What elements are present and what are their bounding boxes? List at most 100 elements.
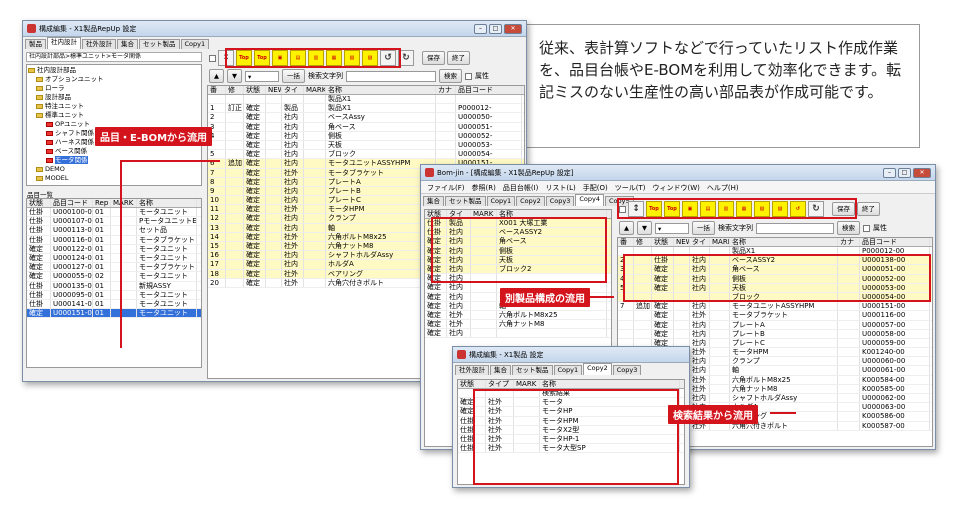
table-row[interactable]: 仕掛 U000116-00 01 モータブラケット [27,235,201,245]
table-row[interactable]: 確定 社外 六角ナットM8 [425,320,611,330]
search-result-grid[interactable]: 状態 タイプ MARK 名称 検索結果 確定 社外 モータ 確定 社外 モータHP 仕掛 社外モ… [457,379,685,485]
table-row[interactable]: 仕掛 U000107-00 01 PモータユニットE [27,217,201,227]
table-row[interactable]: 1 訂正 確定 製品 製品X1 P000012- [208,104,524,114]
column-header[interactable]: 状態 [244,86,266,94]
tab-item[interactable]: 集合 [423,196,444,206]
table-row[interactable]: 確定 社内 ブロック2 [425,264,611,275]
menu-item[interactable]: リスト(L) [545,183,575,192]
column-header[interactable]: MARK [710,238,730,246]
column-header[interactable]: 品目コード [456,86,522,94]
tree-node[interactable]: DEMO [28,165,200,174]
column-header[interactable]: 名称 [730,238,838,246]
search-button[interactable]: 検索 [439,69,462,83]
end-button[interactable]: 終了 [857,202,880,216]
attr-checkbox[interactable] [465,72,472,80]
column-header[interactable]: NEW [266,86,282,94]
tool-icon[interactable]: ▣ [682,201,698,217]
checkbox[interactable] [619,205,626,213]
end-button[interactable]: 終了 [447,51,470,65]
tab-item[interactable]: Copy3 [612,365,642,375]
maximize-icon[interactable]: □ [489,23,502,34]
top-icon[interactable]: Top [236,50,252,66]
table-row[interactable]: 確定 社外 モータ [458,398,684,408]
up-button[interactable]: ▲ [619,221,634,235]
minimize-icon[interactable]: – [474,23,487,34]
window-main-titlebar[interactable]: 構成編集 - X1製品RepUp 設定 – □ ✕ [23,21,526,37]
table-row[interactable]: 製品X1 [208,95,524,105]
column-header[interactable]: 修正 [634,238,652,246]
category-tree[interactable]: 社内設計部品 オプションユニット ローラ 設計部品 特注ユニット 標準ユニット … [26,64,202,186]
search-button[interactable]: 検索 [837,221,860,235]
column-header[interactable]: 名称 [326,86,436,94]
table-row[interactable]: 4 確定 社内 側板 U000052-00 [618,274,932,284]
save-button[interactable]: 保存 [832,202,855,216]
table-row[interactable]: 確定 社内 [425,274,611,284]
tree-node[interactable]: 社内設計部品 [28,66,200,75]
column-header[interactable]: NEW [674,238,690,246]
table-row[interactable]: 4 確定 社内 側板 U000052- [208,131,524,141]
undo-icon[interactable]: ↺ [790,201,806,217]
table-row[interactable]: 仕掛 社内 ベースASSY2 [425,228,611,238]
save-button[interactable]: 保存 [422,51,445,65]
up-button[interactable]: ▲ [209,69,224,83]
checkbox[interactable] [209,54,216,62]
table-row[interactable]: 確定 社内 角ベース [425,237,611,247]
tree-node[interactable]: MODEL [28,174,200,183]
tab-item[interactable]: 社外設計 [455,365,489,375]
table-row[interactable]: 5 確定 社内 ブロック U000054- [208,150,524,160]
table-row[interactable]: 5 確定 社内 天板 U000053-00 [618,283,932,293]
table-row[interactable]: 確定 U000127-00 01 モータブラケット [27,263,201,273]
tool-icon[interactable]: ▦ [326,50,342,66]
menu-item[interactable]: ツール(T) [615,183,646,192]
ichiran-button[interactable]: 一括 [282,69,305,83]
menu-item[interactable]: ウィンドウ(W) [652,183,699,192]
tab-item[interactable]: 集合 [117,39,138,49]
item-list[interactable]: 状態 品目コード Rep MARK 名称 仕掛 U000100-00 01 モータユニ… [26,198,202,368]
table-row[interactable]: 仕掛 U000100-00 01 モータユニット [27,208,201,218]
tree-node[interactable]: オプションユニット [28,75,200,84]
table-row[interactable]: 2 確定 社内 ベースAssy U000050- [208,113,524,123]
tree-node[interactable]: 設計部品 [28,93,200,102]
menu-item[interactable]: ファイル(F) [427,183,465,192]
filter-select[interactable]: ▾ [245,70,279,82]
window-bomjin-titlebar[interactable]: Bom-jin - [構成編集 - X1製品RepUp 設定] – □ ✕ [421,165,935,181]
tab-item[interactable]: 社内設計 [47,37,81,49]
tool-icon[interactable]: ▣ [272,50,288,66]
table-row[interactable]: 3 確定 社内 角ベース U000051- [208,122,524,132]
top-icon[interactable]: Top [664,201,680,217]
table-row[interactable]: 確定 社内 側板 [425,246,611,256]
column-header[interactable]: 番号 [618,238,634,246]
tab-item[interactable]: セット製品 [139,39,180,49]
tool-icon[interactable]: ▥ [718,201,734,217]
sort-icon[interactable]: ↕ [628,201,644,217]
column-header[interactable]: タイプ [282,86,304,94]
table-row[interactable]: 仕掛 U000141-00 01 モータユニット [27,299,201,310]
column-header[interactable]: 修正 [226,86,244,94]
tab-item[interactable]: Copy2 [516,196,545,206]
tab-item[interactable]: 集合 [490,365,511,375]
table-row[interactable]: 確定 U000124-00 01 モータユニット [27,253,201,264]
tool-icon[interactable]: ▧ [754,201,770,217]
close-icon[interactable]: ✕ [504,23,522,34]
column-header[interactable]: タイプ [690,238,710,246]
tab-item[interactable]: Copy4 [575,194,604,206]
table-row[interactable]: 確定 社外 六角ボルトM8x25 [425,310,611,321]
close-icon[interactable]: ✕ [913,167,931,178]
tab-item[interactable]: Copy1 [180,39,210,49]
tool-icon[interactable]: ▨ [362,50,378,66]
table-row[interactable]: 確定 社外 モータブラケット U000116-00 [618,311,932,321]
filter-select[interactable]: ▾ [655,222,689,234]
table-row[interactable]: 確定 社内 [425,329,611,339]
table-row[interactable]: 確定 U000151-00 01 モータユニット [27,309,201,319]
table-row[interactable]: 仕掛 U000095-00 01 モータユニット [27,290,201,300]
menu-item[interactable]: 参照(R) [472,183,496,192]
undo-icon[interactable]: ↺ [380,50,396,66]
top-icon[interactable]: Top [254,50,270,66]
ichiran-button[interactable]: 一括 [692,221,715,235]
attr-checkbox[interactable] [863,224,870,232]
table-row[interactable]: ブロック U000054-00 [618,292,932,303]
column-header[interactable]: カナ [838,238,860,246]
tab-item[interactable]: Copy3 [545,196,575,206]
down-button[interactable]: ▼ [637,221,652,235]
top-icon[interactable]: Top [646,201,662,217]
